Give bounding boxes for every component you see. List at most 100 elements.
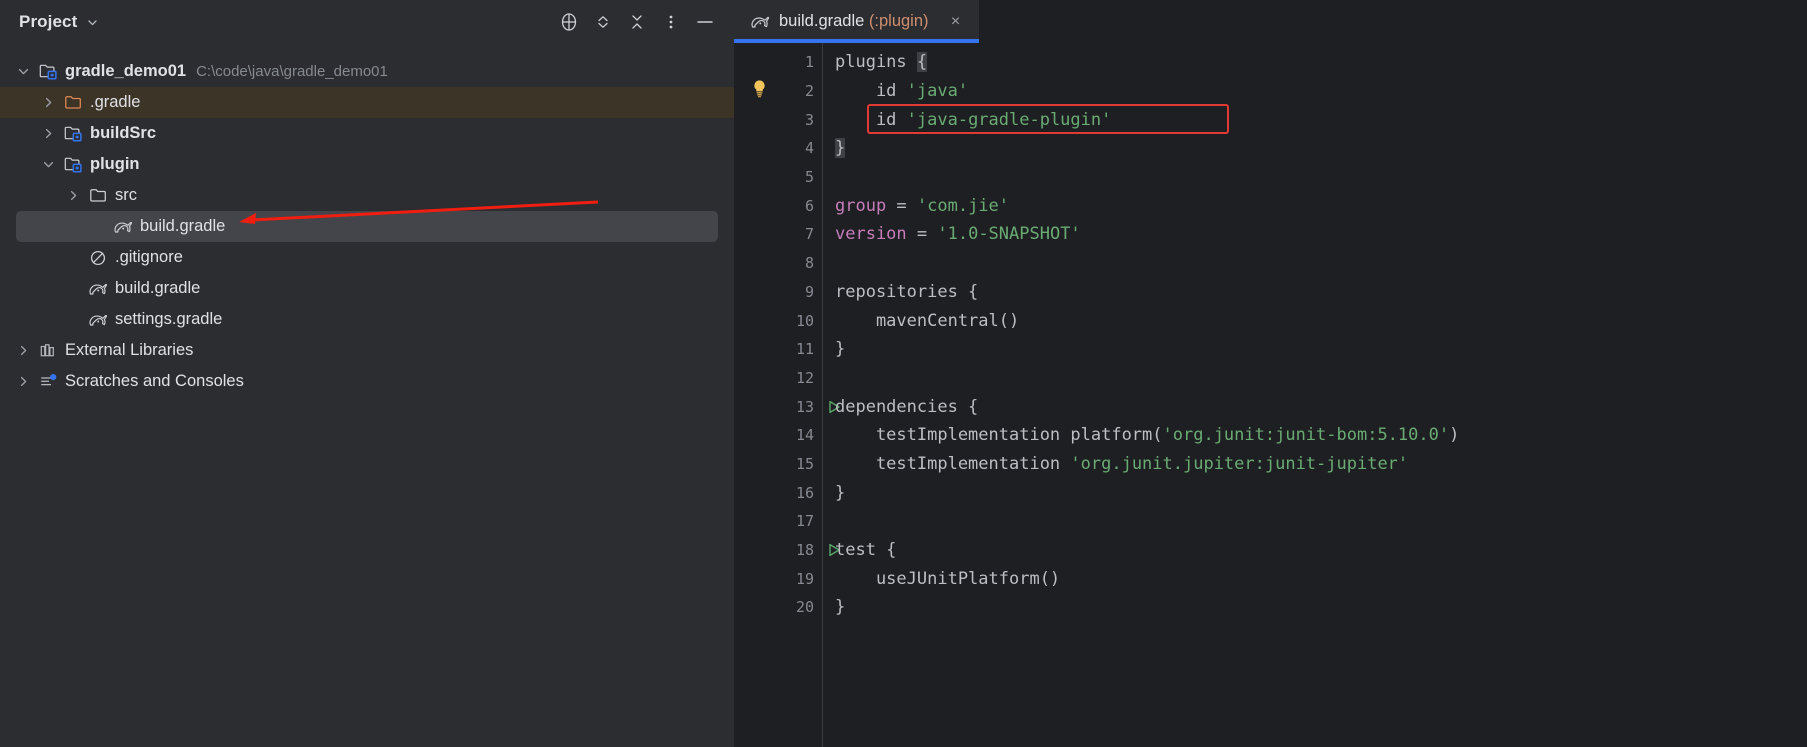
chevron-right-icon[interactable]: [35, 127, 61, 140]
line-number: 20: [795, 598, 814, 617]
intention-bulb-icon[interactable]: [751, 79, 768, 103]
chevron-down-icon[interactable]: [35, 158, 61, 171]
editor-code-column[interactable]: plugins { id 'java' id 'java-gradle-plug…: [754, 43, 1807, 747]
gutter-line-17: 17: [734, 507, 822, 536]
code-line-13[interactable]: dependencies {: [823, 392, 1807, 421]
code-token: '1.0-SNAPSHOT': [937, 224, 1081, 245]
code-token: ): [1449, 425, 1460, 446]
code-line-20[interactable]: }: [823, 593, 1807, 622]
code-token: }: [835, 482, 846, 503]
code-token: useJUnitPlatform(): [835, 568, 1061, 589]
select-opened-file-icon[interactable]: [554, 7, 584, 37]
code-line-3[interactable]: id 'java-gradle-plugin': [823, 105, 1807, 134]
line-number: 3: [804, 110, 814, 129]
line-number: 1: [804, 53, 814, 72]
tree-item-buildsrc[interactable]: buildSrc: [0, 118, 734, 149]
scratches-icon: [36, 373, 60, 390]
code-line-16[interactable]: }: [823, 478, 1807, 507]
line-number: 15: [795, 454, 814, 473]
tree-item-build-gradle[interactable]: build.gradle: [0, 273, 734, 304]
line-number: 13: [795, 397, 814, 416]
tree-item-plugin[interactable]: plugin: [0, 149, 734, 180]
editor-tab-strip: build.gradle (:plugin) ×: [734, 0, 1807, 43]
tree-item-external-libraries[interactable]: External Libraries: [0, 335, 734, 366]
code-line-11[interactable]: }: [823, 335, 1807, 364]
tree-item-build-gradle[interactable]: build.gradle: [16, 211, 718, 242]
tree-item-gitignore[interactable]: .gitignore: [0, 242, 734, 273]
code-line-12[interactable]: [823, 364, 1807, 393]
tree-item-gradle-demo01[interactable]: gradle_demo01 C:\code\java\gradle_demo01: [0, 56, 734, 87]
code-token: testImplementation: [835, 453, 1071, 474]
chevron-right-icon[interactable]: [10, 344, 36, 357]
chevron-right-icon[interactable]: [35, 96, 61, 109]
code-line-18[interactable]: test {: [823, 536, 1807, 565]
collapse-all-icon[interactable]: [622, 7, 652, 37]
code-token: 'java-gradle-plugin': [906, 109, 1112, 130]
code-token: =: [886, 195, 917, 216]
tree-item-label: Scratches and Consoles: [65, 372, 244, 390]
tree-item-settings-gradle[interactable]: settings.gradle: [0, 304, 734, 335]
line-number: 16: [795, 483, 814, 502]
gutter-line-20: 20: [734, 593, 822, 622]
code-line-5[interactable]: [823, 163, 1807, 192]
expand-collapse-icon[interactable]: [588, 7, 618, 37]
code-line-4[interactable]: }: [823, 134, 1807, 163]
gutter-line-8: 8: [734, 249, 822, 278]
page-title[interactable]: Project: [19, 12, 77, 32]
gutter-line-10: 10: [734, 306, 822, 335]
line-number: 6: [804, 196, 814, 215]
line-number: 12: [795, 368, 814, 387]
code-line-7[interactable]: version = '1.0-SNAPSHOT': [823, 220, 1807, 249]
tree-item-label: gradle_demo01: [65, 62, 187, 80]
code-token: 'org.junit:junit-bom:5.10.0': [1162, 425, 1450, 446]
gutter-line-15: 15: [734, 450, 822, 479]
tree-item-src[interactable]: src: [0, 180, 734, 211]
code-line-10[interactable]: mavenCentral(): [823, 306, 1807, 335]
code-line-14[interactable]: testImplementation platform('org.junit:j…: [823, 421, 1807, 450]
tab-module-label: (:plugin): [868, 12, 929, 30]
gutter-line-2: 2: [734, 77, 822, 106]
code-line-15[interactable]: testImplementation 'org.junit.jupiter:ju…: [823, 450, 1807, 479]
code-token: 'com.jie': [916, 195, 1010, 216]
hide-panel-icon[interactable]: [690, 7, 720, 37]
tree-item-scratches-and-consoles[interactable]: Scratches and Consoles: [0, 366, 734, 397]
chevron-down-icon[interactable]: [86, 16, 99, 31]
code-editor[interactable]: 1 2 3 4 5 6 7 8 9 10 11 12 13 14 15 16 17 18 19 20 plugins …: [734, 43, 1807, 747]
code-line-17[interactable]: [823, 507, 1807, 536]
code-token: 'java': [906, 81, 969, 102]
chevron-right-icon[interactable]: [10, 375, 36, 388]
module-folder-icon: [61, 156, 85, 173]
code-token: test {: [835, 540, 897, 561]
chevron-right-icon[interactable]: [60, 189, 86, 202]
code-token: plugins: [835, 52, 917, 73]
tree-item-gradle[interactable]: .gradle: [0, 87, 734, 118]
gutter-line-9: 9: [734, 278, 822, 307]
code-line-8[interactable]: [823, 249, 1807, 278]
code-token: group: [835, 195, 887, 216]
code-line-1[interactable]: plugins {: [823, 48, 1807, 77]
code-token: }: [835, 339, 846, 360]
gutter-line-18: 18: [734, 536, 840, 565]
code-line-9[interactable]: repositories {: [823, 278, 1807, 307]
editor-gutter[interactable]: 1 2 3 4 5 6 7 8 9 10 11 12 13 14 15 16 17 18 19 20: [734, 43, 840, 747]
more-options-icon[interactable]: [656, 7, 686, 37]
code-token: }: [835, 597, 846, 618]
tree-item-label: .gradle: [90, 93, 141, 111]
tab-build-gradle-plugin[interactable]: build.gradle (:plugin) ×: [734, 0, 979, 43]
tree-item-label: buildSrc: [90, 124, 157, 142]
project-tree[interactable]: gradle_demo01 C:\code\java\gradle_demo01.…: [0, 44, 734, 397]
line-number: 14: [795, 426, 814, 445]
gutter-line-7: 7: [734, 220, 822, 249]
excluded-folder-icon: [61, 94, 85, 111]
tab-label: build.gradle (:plugin): [779, 12, 929, 30]
code-token: testImplementation platform(: [835, 425, 1163, 446]
code-token: id: [835, 81, 907, 102]
close-icon[interactable]: ×: [947, 13, 965, 31]
code-line-2[interactable]: id 'java': [754, 77, 1807, 106]
code-line-6[interactable]: group = 'com.jie': [823, 191, 1807, 220]
ide-window: Project gradle_demo01 C:\code\java\gradl…: [0, 0, 1807, 747]
chevron-down-icon[interactable]: [10, 65, 36, 78]
code-line-19[interactable]: useJUnitPlatform(): [823, 564, 1807, 593]
code-token: 'org.junit.jupiter:junit-jupiter': [1070, 453, 1409, 474]
tree-item-label: build.gradle: [140, 217, 226, 235]
